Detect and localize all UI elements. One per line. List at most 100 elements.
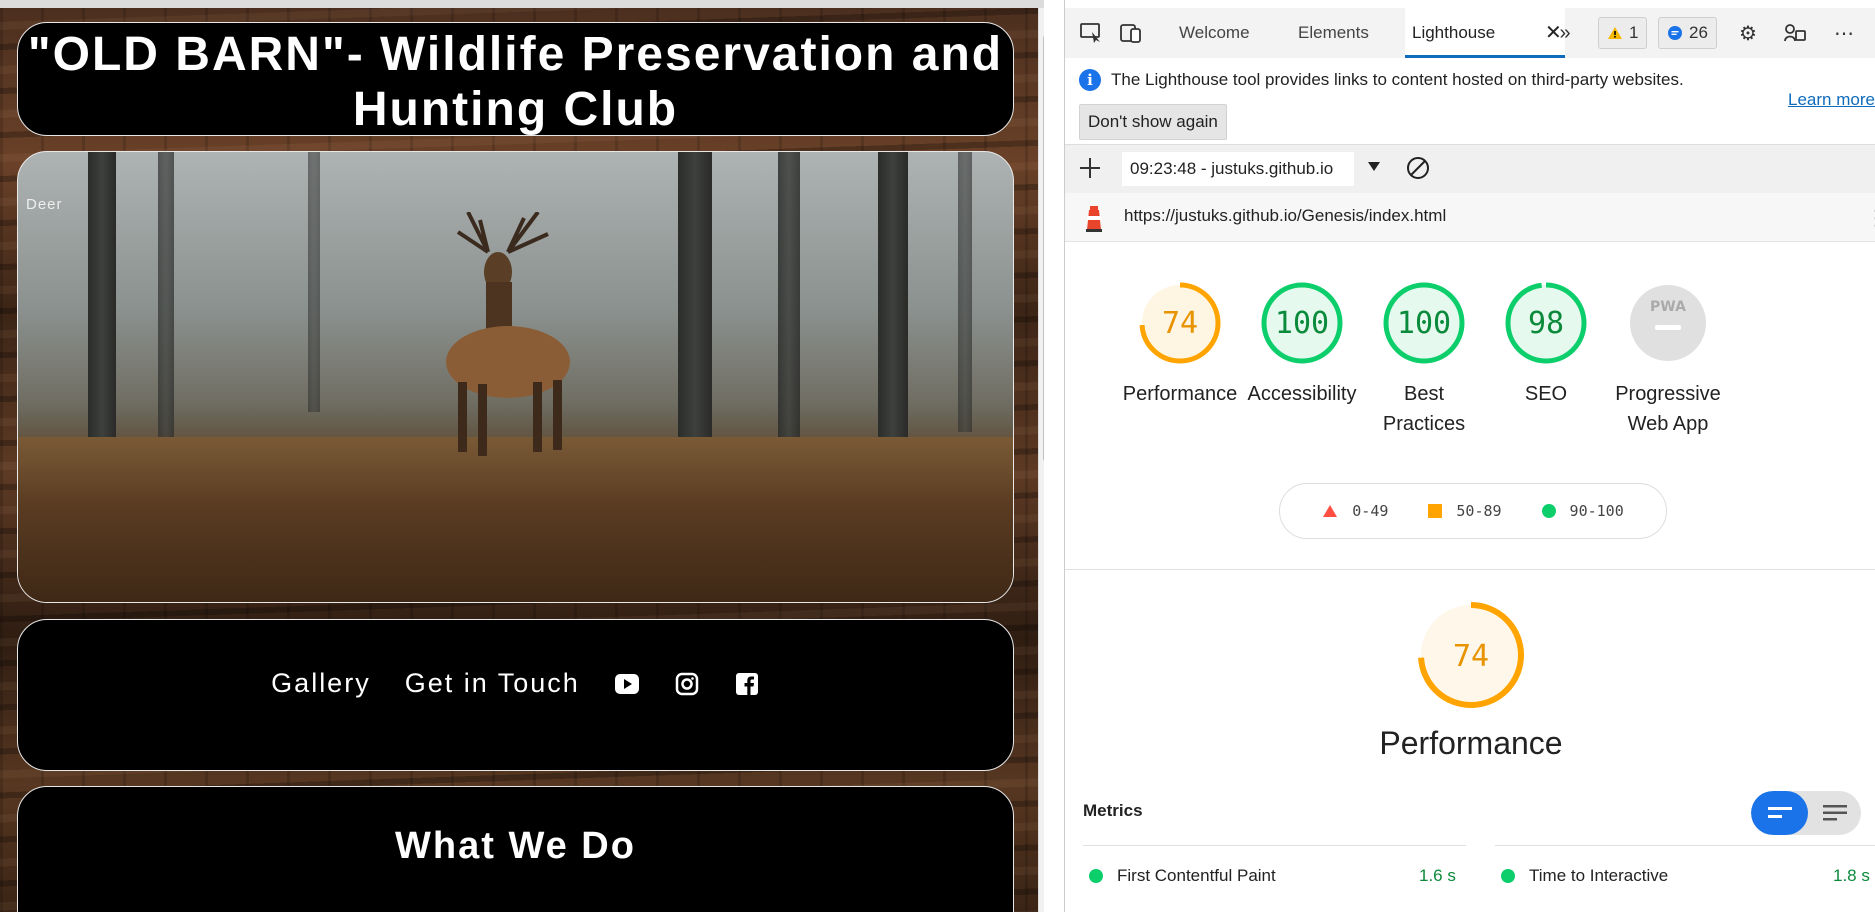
performance-gauge-large: 74 xyxy=(1416,600,1526,715)
messages-count: 26 xyxy=(1689,23,1708,42)
settings-gear-icon[interactable]: ⚙ xyxy=(1735,20,1761,46)
warning-icon xyxy=(1608,27,1622,39)
gauge-score: 74 xyxy=(1162,306,1198,341)
gauge-progressive-web-app[interactable]: PWA Progressive Web App xyxy=(1598,281,1738,439)
metric-divider xyxy=(1495,845,1875,846)
hero-image-deer: Deer xyxy=(17,151,1014,603)
pass-circle-icon xyxy=(1089,869,1103,883)
metrics-view-toggle[interactable] xyxy=(1751,791,1861,835)
metric-divider xyxy=(1083,845,1466,846)
performance-title: Performance xyxy=(1379,725,1563,761)
gauge-performance[interactable]: 74 Performance xyxy=(1110,281,1250,409)
tree-trunk xyxy=(958,152,972,432)
devtools-panel: Welcome Elements Lighthouse ✕ » 1 26 ⚙ ⋯… xyxy=(1064,0,1875,912)
warnings-count: 1 xyxy=(1629,23,1639,42)
metric-tti: Time to Interactive xyxy=(1501,866,1668,886)
fail-triangle-icon xyxy=(1323,505,1338,517)
gauge-label: Best Practices xyxy=(1382,383,1466,435)
more-tabs-chevron-icon[interactable]: » xyxy=(1552,20,1578,46)
inspect-element-icon[interactable] xyxy=(1078,20,1104,46)
pwa-badge-icon: PWA xyxy=(1650,299,1686,315)
hero-image-alt-text: Deer xyxy=(26,196,63,213)
youtube-icon[interactable] xyxy=(614,671,640,697)
section-divider xyxy=(1065,569,1875,570)
gauge-label: Accessibility xyxy=(1247,383,1357,405)
tree-trunk xyxy=(308,152,320,412)
nav-link-gallery[interactable]: Gallery xyxy=(271,668,371,699)
site-title: "OLD BARN"- Wildlife Preservation and Hu… xyxy=(27,28,1004,136)
gauge-label: Performance xyxy=(1122,383,1238,405)
gauge-accessibility[interactable]: 100 Accessibility xyxy=(1232,281,1372,409)
site-nav-card: Gallery Get in Touch xyxy=(17,619,1014,771)
gauge-best-practices[interactable]: 100 Best Practices xyxy=(1354,281,1494,439)
stag xyxy=(446,212,570,456)
tree-trunk xyxy=(678,152,712,472)
metrics-heading: Metrics xyxy=(1083,801,1143,820)
dock-options-icon[interactable] xyxy=(1782,20,1808,46)
report-select[interactable]: 09:23:48 - justuks.github.io xyxy=(1122,152,1354,186)
gauge-score: 100 xyxy=(1397,306,1451,341)
viewport-top-edge xyxy=(0,0,1044,8)
warnings-badge[interactable]: 1 xyxy=(1598,17,1648,49)
compact-view-icon xyxy=(1768,807,1792,818)
legend-average: 50-89 xyxy=(1428,502,1502,520)
legend-fail: 0-49 xyxy=(1322,502,1388,520)
infobar-text: The Lighthouse tool provides links to co… xyxy=(1111,70,1684,89)
metric-name: First Contentful Paint xyxy=(1117,866,1276,885)
third-party-infobar: i The Lighthouse tool provides links to … xyxy=(1065,58,1875,144)
legend-pass: 90-100 xyxy=(1541,502,1624,520)
new-report-plus-icon[interactable] xyxy=(1077,155,1103,181)
tree-trunk xyxy=(88,152,116,482)
report-url-bar: https://justuks.github.io/Genesis/index.… xyxy=(1065,193,1875,242)
facebook-icon[interactable] xyxy=(734,671,760,697)
device-emulation-icon[interactable] xyxy=(1118,20,1144,46)
instagram-icon[interactable] xyxy=(674,671,700,697)
dropdown-caret-icon[interactable] xyxy=(1367,159,1381,177)
messages-badge[interactable]: 26 xyxy=(1658,17,1717,49)
pass-circle-icon xyxy=(1501,869,1515,883)
tree-trunk xyxy=(778,152,800,452)
pass-circle-icon xyxy=(1541,504,1556,518)
dont-show-again-button[interactable]: Don't show again xyxy=(1079,104,1227,140)
devtools-tabbar: Welcome Elements Lighthouse ✕ » 1 26 ⚙ ⋯ xyxy=(1065,8,1875,59)
more-options-icon[interactable]: ⋯ xyxy=(1831,20,1857,46)
url-more-icon[interactable]: ⋮ xyxy=(1865,205,1875,231)
pwa-dash xyxy=(1655,325,1681,330)
lighthouse-logo-icon xyxy=(1083,204,1105,237)
gauge-score: 100 xyxy=(1275,306,1329,341)
gauge-label: Progressive Web App xyxy=(1615,383,1721,435)
scrollbar-thumb[interactable] xyxy=(1043,36,1044,461)
tab-lighthouse[interactable]: Lighthouse ✕ xyxy=(1405,8,1565,58)
toggle-compact-view[interactable] xyxy=(1751,791,1808,835)
nav-link-get-in-touch[interactable]: Get in Touch xyxy=(405,668,580,699)
legend-fail-label: 0-49 xyxy=(1352,502,1389,520)
score-legend: 0-49 50-89 90-100 xyxy=(1279,483,1667,539)
site-title-card: "OLD BARN"- Wildlife Preservation and Hu… xyxy=(17,22,1014,136)
average-square-icon xyxy=(1428,504,1443,518)
tab-elements[interactable]: Elements xyxy=(1298,8,1369,58)
tree-trunk xyxy=(878,152,908,462)
section-heading: What We Do xyxy=(395,825,636,867)
info-icon: i xyxy=(1079,69,1101,91)
gauge-seo[interactable]: 98 SEO xyxy=(1476,281,1616,409)
gauge-background xyxy=(1630,285,1706,361)
lighthouse-toolbar: 09:23:48 - justuks.github.io xyxy=(1065,144,1875,194)
gauge-score: 98 xyxy=(1528,306,1564,341)
legend-average-label: 50-89 xyxy=(1456,502,1502,520)
performance-score-large: 74 xyxy=(1453,639,1489,674)
tab-welcome[interactable]: Welcome xyxy=(1179,8,1250,58)
message-icon xyxy=(1668,26,1682,40)
legend-pass-label: 90-100 xyxy=(1569,502,1624,520)
report-url[interactable]: https://justuks.github.io/Genesis/index.… xyxy=(1124,206,1446,226)
expanded-view-icon[interactable] xyxy=(1821,803,1849,823)
tree-trunk xyxy=(158,152,174,452)
page-scrollbar[interactable] xyxy=(1038,8,1044,912)
tab-lighthouse-label: Lighthouse xyxy=(1412,23,1496,42)
website-viewport: "OLD BARN"- Wildlife Preservation and Hu… xyxy=(0,0,1044,912)
gauge-label: SEO xyxy=(1524,383,1568,405)
learn-more-link[interactable]: Learn more xyxy=(1788,90,1875,110)
metric-value: 1.8 s xyxy=(1833,866,1870,885)
metric-fcp: First Contentful Paint xyxy=(1089,866,1276,886)
site-nav: Gallery Get in Touch xyxy=(18,668,1013,699)
clear-reports-icon[interactable] xyxy=(1405,155,1431,186)
